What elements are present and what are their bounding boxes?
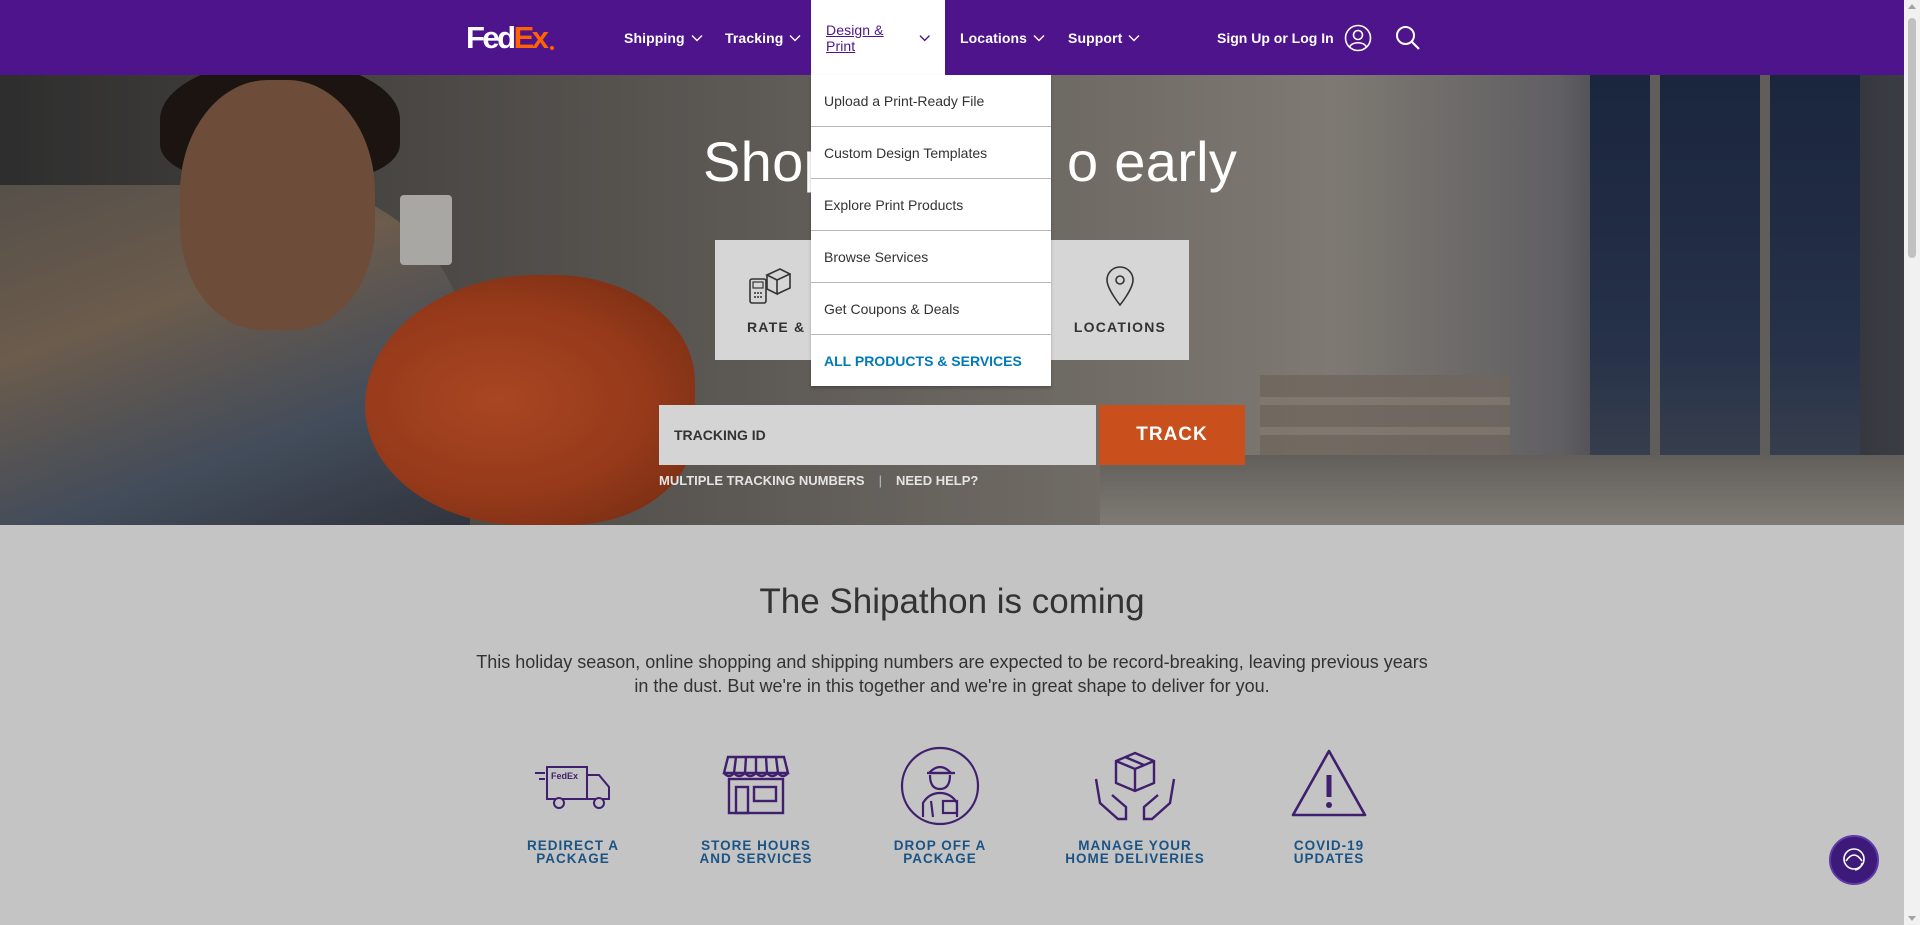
need-help-link[interactable]: NEED HELP? — [896, 473, 978, 488]
chevron-down-icon — [691, 34, 703, 41]
scrollbar-thumb[interactable] — [1908, 18, 1916, 258]
page-scrollbar[interactable] — [1904, 0, 1920, 925]
dropdown-item-print-products[interactable]: Explore Print Products — [811, 179, 1051, 231]
shipathon-body: This holiday season, online shopping and… — [476, 652, 1428, 696]
shipathon-title: The Shipathon is coming — [759, 582, 1145, 621]
feature-label: REDIRECT A PACKAGE — [527, 839, 619, 866]
chevron-down-icon — [919, 34, 930, 41]
feature-manage-deliveries[interactable]: MANAGE YOUR HOME DELIVERIES — [1060, 745, 1210, 865]
dropdown-item-coupons[interactable]: Get Coupons & Deals — [811, 283, 1051, 335]
chevron-down-icon — [789, 34, 801, 41]
feature-store-hours[interactable]: STORE HOURS AND SERVICES — [681, 745, 831, 865]
scroll-down-arrow[interactable] — [1908, 916, 1916, 921]
feature-label: COVID-19 UPDATES — [1293, 839, 1365, 866]
feature-covid-updates[interactable]: COVID-19 UPDATES — [1254, 745, 1404, 865]
feature-label-line2: AND SERVICES — [699, 851, 813, 866]
storefront-icon — [722, 755, 790, 815]
sign-in-label: Sign Up or Log In — [1217, 29, 1334, 46]
courier-person-icon — [900, 746, 980, 826]
feature-label: DROP OFF A PACKAGE — [894, 839, 987, 866]
nav-tracking[interactable]: Tracking — [725, 0, 801, 75]
location-pin-icon — [1106, 266, 1134, 307]
nav-shipping[interactable]: Shipping — [624, 0, 703, 75]
design-print-dropdown: Upload a Print-Ready File Custom Design … — [811, 75, 1051, 386]
nav-support-label: Support — [1068, 29, 1123, 46]
logo-dot — [549, 46, 554, 50]
feature-label: STORE HOURS AND SERVICES — [699, 839, 813, 866]
chat-support-icon — [1843, 848, 1865, 871]
nav-locations-label: Locations — [960, 29, 1028, 46]
sign-in-link[interactable]: Sign Up or Log In — [1217, 0, 1372, 75]
locations-label: LOCATIONS — [1073, 319, 1167, 335]
user-circle-icon — [1344, 24, 1371, 51]
nav-tracking-label: Tracking — [725, 29, 784, 46]
search-icon[interactable] — [1394, 24, 1422, 52]
nav-locations[interactable]: Locations — [960, 0, 1045, 75]
feature-label-line2: HOME DELIVERIES — [1065, 851, 1205, 866]
chat-support-button[interactable] — [1829, 835, 1879, 885]
dropdown-item-all-products[interactable]: ALL PRODUCTS & SERVICES — [811, 335, 1051, 387]
nav-shipping-label: Shipping — [624, 29, 685, 46]
tracking-id-input[interactable] — [659, 405, 1096, 465]
feature-drop-off[interactable]: DROP OFF A PACKAGE — [865, 745, 1015, 865]
link-separator: | — [878, 473, 882, 488]
warning-triangle-icon — [1291, 749, 1367, 817]
feature-redirect-package[interactable]: FedEx REDIRECT A PACKAGE — [498, 745, 648, 865]
scroll-up-arrow[interactable] — [1908, 4, 1916, 9]
feature-label-line2: PACKAGE — [903, 851, 977, 866]
hero-title-part2: o early — [1067, 130, 1238, 193]
nav-support[interactable]: Support — [1068, 0, 1140, 75]
global-header: FedEx Shipping Tracking Design & Print L… — [0, 0, 1904, 75]
feature-label-line2: UPDATES — [1293, 851, 1365, 866]
dropdown-item-templates[interactable]: Custom Design Templates — [811, 127, 1051, 179]
nav-design-print[interactable]: Design & Print — [811, 0, 945, 75]
locations-tile[interactable]: LOCATIONS — [1051, 240, 1189, 360]
svg-text:FedEx: FedEx — [551, 771, 578, 781]
logo-fed-text: Fed — [466, 20, 516, 55]
dropdown-item-upload[interactable]: Upload a Print-Ready File — [811, 75, 1051, 127]
multiple-tracking-link[interactable]: MULTIPLE TRACKING NUMBERS — [659, 473, 865, 488]
chevron-down-icon — [1033, 34, 1045, 41]
delivery-truck-icon: FedEx — [535, 766, 610, 809]
track-button[interactable]: TRACK — [1099, 405, 1245, 465]
feature-label: MANAGE YOUR HOME DELIVERIES — [1065, 839, 1205, 866]
dropdown-item-services[interactable]: Browse Services — [811, 231, 1051, 283]
fedex-logo[interactable]: FedEx — [466, 20, 554, 56]
feature-label-line2: PACKAGE — [536, 851, 610, 866]
tracking-links: MULTIPLE TRACKING NUMBERS | NEED HELP? — [659, 473, 978, 488]
hands-holding-box-icon — [1094, 751, 1176, 821]
rate-ship-label: RATE & S — [747, 319, 821, 335]
logo-ex-text: Ex — [513, 20, 549, 55]
nav-design-print-label: Design & Print — [826, 21, 884, 54]
chevron-down-icon — [1128, 34, 1140, 41]
rate-ship-icon — [749, 268, 791, 304]
